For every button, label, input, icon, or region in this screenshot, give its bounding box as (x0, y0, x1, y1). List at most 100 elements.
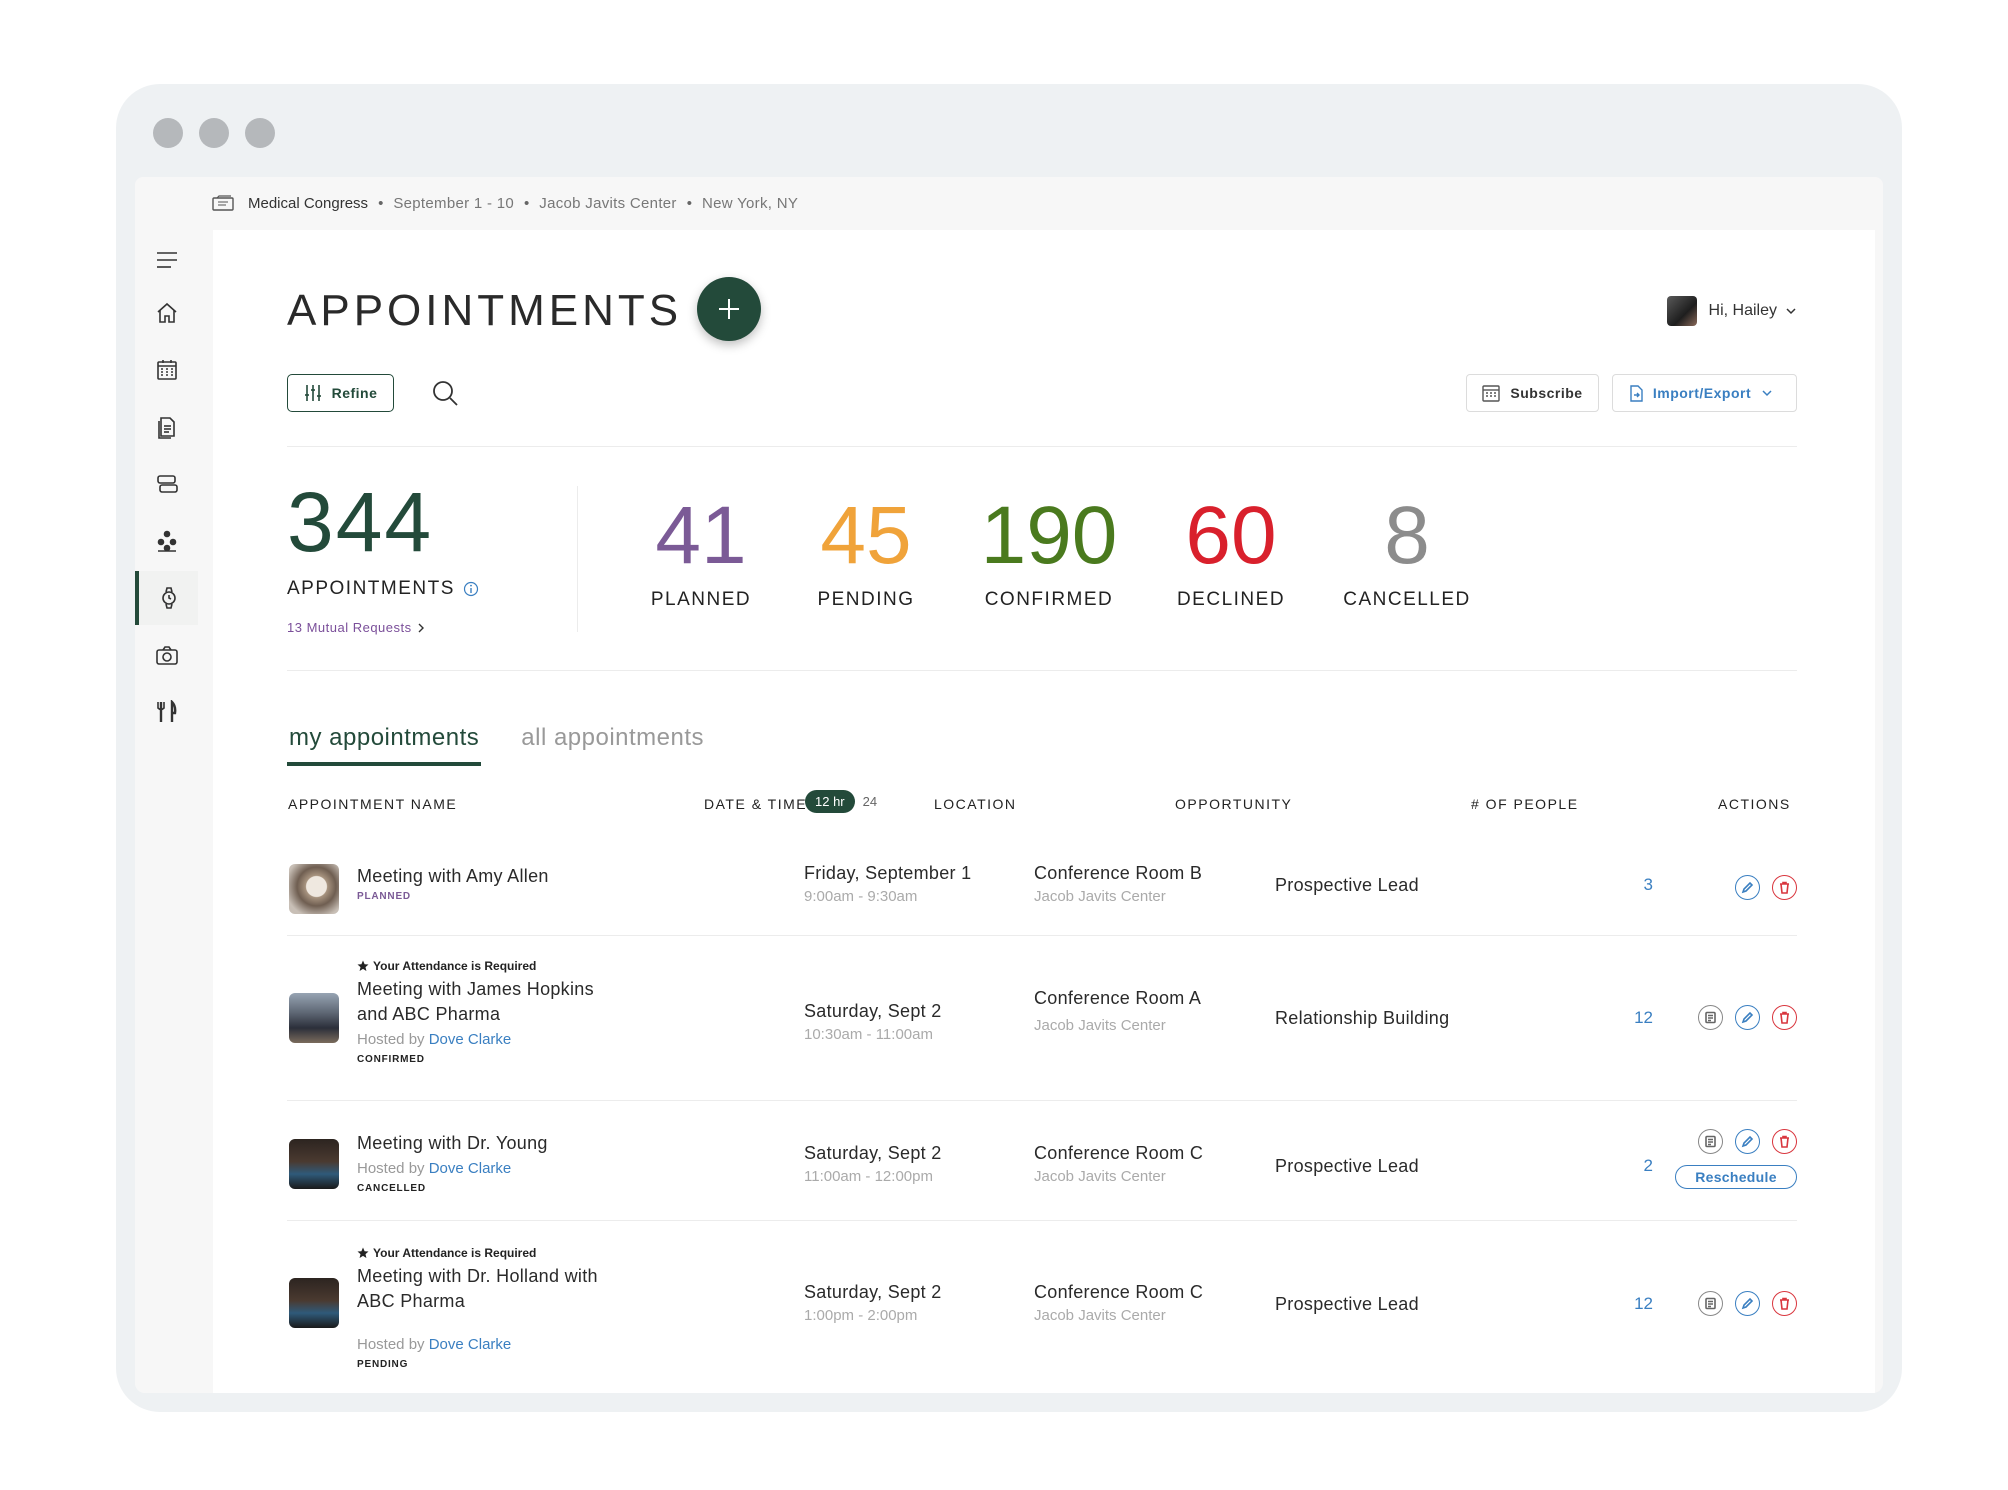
trash-icon (1780, 1135, 1789, 1148)
appointment-name[interactable]: Meeting with Dr. Young (357, 1131, 548, 1156)
people-count[interactable]: 12 (1593, 1008, 1653, 1028)
stat-cancelled[interactable]: 8 CANCELLED (1343, 495, 1471, 611)
breadcrumb-separator: • (686, 195, 692, 212)
app-frame: Medical Congress • September 1 - 10 • Ja… (135, 177, 1883, 1393)
avatar (1666, 296, 1697, 326)
chevron-down-icon (1786, 308, 1796, 315)
window-dot-maximize[interactable] (245, 118, 275, 148)
appointment-thumbnail (289, 1278, 339, 1328)
appointment-name-cell: Meeting with Dr. Young Hosted by Dove Cl… (357, 1131, 548, 1194)
sidebar-item-dining[interactable] (135, 685, 198, 739)
host-link[interactable]: Dove Clarke (429, 1160, 512, 1177)
stat-value: 41 (655, 490, 747, 581)
appointment-date: Saturday, Sept 2 (804, 1001, 942, 1021)
add-appointment-button[interactable] (697, 277, 761, 341)
row-divider (287, 1220, 1797, 1221)
sidebar-item-network[interactable] (135, 514, 198, 568)
column-header-actions: ACTIONS (1718, 796, 1791, 812)
file-export-icon (1630, 384, 1643, 402)
user-greeting: Hi, Hailey (1708, 302, 1777, 319)
column-header-opportunity[interactable]: OPPORTUNITY (1175, 796, 1292, 812)
notes-button[interactable] (1698, 1129, 1723, 1154)
appointment-name-line2[interactable]: and ABC Pharma (357, 1002, 594, 1027)
breadcrumb-separator: • (524, 195, 530, 212)
column-header-datetime[interactable]: DATE & TIME (704, 796, 807, 812)
sidebar-item-menu[interactable] (135, 233, 198, 287)
tab-all-appointments[interactable]: all appointments (521, 724, 704, 766)
appointment-date: Friday, September 1 (804, 863, 972, 883)
column-header-location[interactable]: LOCATION (934, 796, 1017, 812)
sidebar-item-calendar[interactable] (135, 343, 198, 397)
host-link[interactable]: Dove Clarke (429, 1031, 512, 1048)
appointment-tabs: my appointments all appointments (287, 724, 744, 766)
subscribe-label: Subscribe (1510, 385, 1583, 401)
appointment-opportunity: Prospective Lead (1275, 875, 1419, 895)
appointment-time: 9:00am - 9:30am (804, 888, 918, 905)
attendance-required-note: Your Attendance is Required (357, 1246, 598, 1260)
page-title: APPOINTMENTS (287, 286, 683, 335)
appointment-time: 10:30am - 11:00am (804, 1026, 933, 1043)
star-icon (357, 1247, 369, 1258)
location-venue: Jacob Javits Center (1034, 888, 1166, 905)
refine-label: Refine (331, 385, 378, 401)
column-header-name[interactable]: APPOINTMENT NAME (288, 796, 457, 812)
delete-button[interactable] (1772, 1005, 1797, 1030)
pencil-icon (1741, 1135, 1754, 1148)
appointment-name[interactable]: Meeting with James Hopkins (357, 977, 594, 1002)
total-appointments-label: APPOINTMENTS (287, 578, 479, 600)
stat-pending[interactable]: 45 PENDING (817, 495, 914, 611)
appointment-name-cell: Meeting with Amy Allen PLANNED (357, 864, 549, 902)
tab-my-appointments[interactable]: my appointments (287, 724, 482, 766)
appointment-date: Saturday, Sept 2 (804, 1282, 942, 1302)
sidebar-item-appointments[interactable] (135, 571, 198, 625)
edit-button[interactable] (1735, 875, 1760, 900)
notes-button[interactable] (1698, 1291, 1723, 1316)
stat-value: 45 (820, 490, 912, 581)
time-format-24hr[interactable]: 24 (855, 790, 885, 813)
document-icon (157, 417, 175, 439)
people-count[interactable]: 3 (1593, 875, 1653, 895)
column-header-people[interactable]: # OF PEOPLE (1471, 796, 1579, 812)
delete-button[interactable] (1772, 875, 1797, 900)
stat-confirmed[interactable]: 190 CONFIRMED (981, 495, 1118, 611)
appointment-name-line2[interactable]: ABC Pharma (357, 1289, 598, 1314)
notes-button[interactable] (1698, 1005, 1723, 1030)
subscribe-button[interactable]: Subscribe (1466, 374, 1599, 412)
sidebar-item-home[interactable] (135, 286, 198, 340)
people-count[interactable]: 2 (1593, 1156, 1653, 1176)
reschedule-button[interactable]: Reschedule (1675, 1165, 1797, 1189)
user-menu[interactable]: Hi, Hailey (1666, 296, 1797, 326)
sidebar-item-documents[interactable] (135, 400, 198, 454)
stat-planned[interactable]: 41 PLANNED (651, 495, 751, 611)
stat-declined[interactable]: 60 DECLINED (1177, 495, 1285, 611)
import-export-button[interactable]: Import/Export (1612, 374, 1797, 412)
window-dot-minimize[interactable] (199, 118, 229, 148)
host-link[interactable]: Dove Clarke (429, 1336, 512, 1353)
pencil-icon (1741, 1011, 1754, 1024)
appointment-name[interactable]: Meeting with Amy Allen (357, 864, 549, 889)
edit-button[interactable] (1735, 1129, 1760, 1154)
row-actions (1698, 1291, 1797, 1316)
appointment-time: 1:00pm - 2:00pm (804, 1307, 918, 1324)
window-controls (153, 118, 275, 148)
info-icon[interactable] (463, 581, 479, 597)
sidebar-item-sessions[interactable] (135, 457, 198, 511)
edit-button[interactable] (1735, 1291, 1760, 1316)
delete-button[interactable] (1772, 1129, 1797, 1154)
sidebar-item-photos[interactable] (135, 628, 198, 682)
delete-button[interactable] (1772, 1291, 1797, 1316)
edit-button[interactable] (1735, 1005, 1760, 1030)
window-dot-close[interactable] (153, 118, 183, 148)
people-count[interactable]: 12 (1593, 1294, 1653, 1314)
appointment-datetime: Saturday, Sept 2 11:00am - 12:00pm (804, 1143, 942, 1185)
notes-icon (1705, 1011, 1716, 1024)
refine-button[interactable]: Refine (287, 374, 394, 412)
time-format-12hr[interactable]: 12 hr (805, 790, 855, 813)
search-icon (433, 381, 458, 406)
time-format-toggle[interactable]: 12 hr 24 (805, 790, 885, 813)
mutual-requests-link[interactable]: 13 Mutual Requests (287, 620, 479, 635)
location-room: Conference Room C (1034, 1143, 1204, 1163)
event-name[interactable]: Medical Congress (248, 195, 368, 212)
search-button[interactable] (431, 379, 459, 407)
appointment-name[interactable]: Meeting with Dr. Holland with (357, 1264, 598, 1289)
